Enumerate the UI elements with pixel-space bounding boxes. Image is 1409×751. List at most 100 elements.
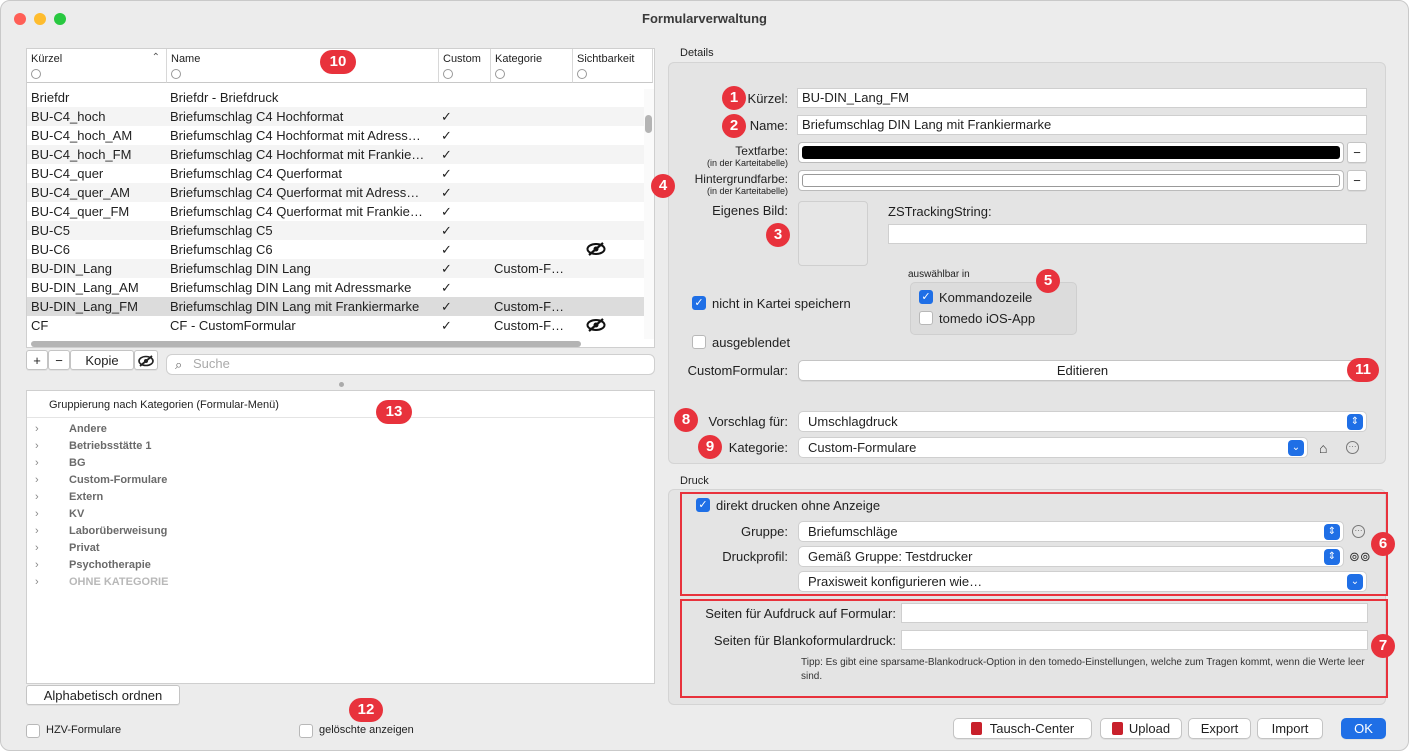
table-row[interactable]: BU-C5 Briefumschlag C5 ✓ [27,221,644,240]
tree-item[interactable]: › KV [27,506,647,523]
search-input[interactable]: ⌕ Suche [166,354,655,375]
chevron-right-icon[interactable]: › [35,540,39,557]
tree-item[interactable]: › Privat [27,540,647,557]
import-button[interactable]: Import [1257,718,1323,739]
blanko-field[interactable] [901,630,1368,650]
chevron-right-icon[interactable]: › [35,455,39,472]
hzv-checkbox[interactable] [26,724,40,738]
tree-item[interactable]: › Custom-Formulare [27,472,647,489]
cell-custom: ✓ [441,166,452,181]
tree-item[interactable]: › Extern [27,489,647,506]
background-color-reset-button[interactable]: − [1347,170,1367,191]
gruppe-select[interactable]: Briefumschläge ⇕ [798,521,1344,542]
name-field[interactable]: Briefumschlag DIN Lang mit Frankiermarke [797,115,1367,135]
badge-11: 11 [1347,358,1379,382]
tipp-text: Tipp: Es gibt eine sparsame-Blankodruck-… [801,657,1365,682]
table-row[interactable]: BU-C4_quer Briefumschlag C4 Querformat ✓ [27,164,644,183]
column-header-kuerzel[interactable]: Kürzel ⌃ [27,49,167,83]
chevron-right-icon[interactable]: › [35,523,39,540]
zs-tracking-field[interactable] [888,224,1367,244]
tree-item[interactable]: › Laborüberweisung [27,523,647,540]
tree-item[interactable]: › Betriebsstätte 1 [27,438,647,455]
tree-item[interactable]: › BG [27,455,647,472]
ok-button[interactable]: OK [1341,718,1386,739]
add-button[interactable]: + [26,350,48,370]
binoculars-icon[interactable]: ⊚⊚ [1349,549,1371,565]
tree-item[interactable]: › OHNE KATEGORIE [27,574,647,591]
column-header-name[interactable]: Name [167,49,439,83]
tree-item[interactable]: › Andere [27,421,647,438]
cell-name: Briefdr - Briefdruck [170,90,279,105]
export-button[interactable]: Export [1188,718,1251,739]
kommandozeile-checkbox[interactable]: ✓ [919,290,933,304]
category-tree[interactable]: Gruppierung nach Kategorien (Formular-Me… [26,390,655,684]
upload-button[interactable]: Upload [1100,718,1182,739]
table-row[interactable]: BU-DIN_Lang Briefumschlag DIN Lang ✓ Custom… [27,259,644,278]
minimize-button[interactable] [34,13,46,25]
table-row[interactable]: BU-C6 Briefumschlag C6 ✓ [27,240,644,259]
praxisweit-select[interactable]: Praxisweit konfigurieren wie… ⌄ [798,571,1367,592]
chevron-right-icon[interactable]: › [35,438,39,455]
text-color-well[interactable] [798,142,1344,163]
table-row[interactable]: BU-C4_hoch_FM Briefumschlag C4 Hochformat… [27,145,644,164]
druckprofil-select[interactable]: Gemäß Gruppe: Testdrucker ⇕ [798,546,1344,567]
table-row[interactable]: BU-C4_hoch_AM Briefumschlag C4 Hochformat… [27,126,644,145]
chevron-right-icon[interactable]: › [35,574,39,591]
zoom-button[interactable] [54,13,66,25]
remove-button[interactable]: − [48,350,70,370]
upload-icon [1111,722,1123,735]
copy-button[interactable]: Kopie [70,350,134,370]
updown-chevron-icon: ⇕ [1347,414,1363,430]
close-button[interactable] [14,13,26,25]
background-color-well[interactable] [798,170,1344,191]
badge-4: 4 [651,174,675,198]
table-row[interactable]: BU-C4_hoch Briefumschlag C4 Hochformat ✓ [27,107,644,126]
split-handle[interactable] [339,382,344,387]
table-row[interactable]: Briefdr Briefdr - Briefdruck [27,88,644,107]
chevron-right-icon[interactable]: › [35,489,39,506]
name-label: Name: [749,118,788,133]
ios-app-checkbox[interactable] [919,311,933,325]
more-options-icon[interactable]: ··· [1346,441,1359,454]
alphabetical-sort-button[interactable]: Alphabetisch ordnen [26,685,180,705]
chevron-right-icon[interactable]: › [35,472,39,489]
show-deleted-label: gelöschte anzeigen [319,724,414,736]
cell-name: Briefumschlag C4 Hochformat mit Adress… [170,128,421,143]
badge-1: 1 [722,86,746,110]
image-well[interactable] [798,201,868,266]
chevron-right-icon[interactable]: › [35,506,39,523]
editieren-button[interactable]: Editieren [798,360,1367,381]
forms-table[interactable]: Kürzel ⌃ Name Custom Kategorie Sichtbarke… [26,48,655,348]
direkt-drucken-checkbox[interactable]: ✓ [696,498,710,512]
kategorie-select[interactable]: Custom-Formulare ⌄ [798,437,1308,458]
cell-name: Briefumschlag C4 Querformat mit Adress… [170,185,420,200]
column-header-kategorie[interactable]: Kategorie [491,49,573,83]
gruppe-options-icon[interactable]: ··· [1352,525,1365,538]
kuerzel-field[interactable]: BU-DIN_Lang_FM [797,88,1367,108]
table-row[interactable]: BU-C4_quer_AM Briefumschlag C4 Querformat… [27,183,644,202]
horizontal-scrollbar[interactable] [27,339,644,347]
column-header-custom[interactable]: Custom [439,49,491,83]
text-color-reset-button[interactable]: − [1347,142,1367,163]
visibility-toggle-button[interactable] [134,350,158,370]
tausch-center-button[interactable]: Tausch-Center [953,718,1092,739]
ausgeblendet-checkbox[interactable] [692,335,706,349]
home-icon[interactable]: ⌂ [1319,440,1327,456]
vertical-scrollbar[interactable] [644,89,654,339]
chevron-right-icon[interactable]: › [35,557,39,574]
chevron-down-icon: ⌄ [1288,440,1304,456]
cell-name: Briefumschlag DIN Lang [170,261,311,276]
cell-kategorie: Custom-F… [494,261,565,276]
aufdruck-field[interactable] [901,603,1368,623]
vorschlag-select[interactable]: Umschlagdruck ⇕ [798,411,1367,432]
nicht-kartei-checkbox[interactable]: ✓ [692,296,706,310]
table-row[interactable]: BU-DIN_Lang_FM Briefumschlag DIN Lang mit… [27,297,644,316]
table-row[interactable]: CF CF - CustomFormular ✓ Custom-F… [27,316,644,335]
show-deleted-checkbox[interactable] [299,724,313,738]
table-row[interactable]: BU-DIN_Lang_AM Briefumschlag DIN Lang mit… [27,278,644,297]
chevron-right-icon[interactable]: › [35,421,39,438]
cell-name: Briefumschlag C6 [170,242,273,257]
column-header-sichtbarkeit[interactable]: Sichtbarkeit [573,49,653,83]
table-row[interactable]: BU-C4_quer_FM Briefumschlag C4 Querformat… [27,202,644,221]
tree-item[interactable]: › Psychotherapie [27,557,647,574]
